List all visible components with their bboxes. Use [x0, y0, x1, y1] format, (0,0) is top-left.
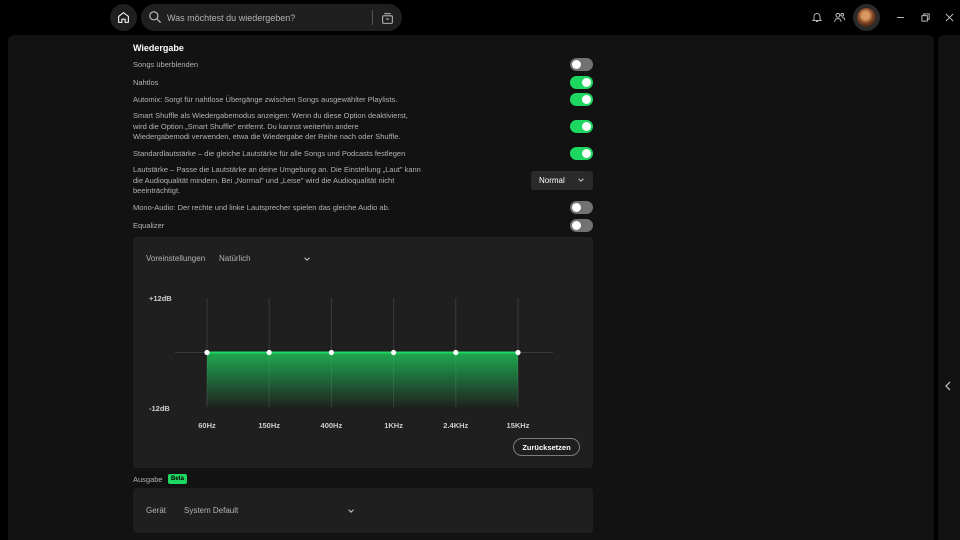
eq-graph[interactable]	[133, 237, 593, 468]
chevron-left-icon[interactable]	[944, 381, 952, 391]
friend-activity-button[interactable]	[832, 10, 846, 24]
eq-reset-button[interactable]: Zurücksetzen	[513, 438, 580, 456]
smart-shuffle-toggle[interactable]	[570, 120, 593, 133]
normalize-toggle[interactable]	[570, 147, 593, 160]
minimize-icon	[896, 16, 904, 18]
eq-frequency-label: 2.4KHz	[443, 421, 469, 430]
toggle-knob	[582, 122, 591, 131]
chevron-down-icon[interactable]	[347, 507, 355, 515]
eq-frequency-label: 60Hz	[198, 421, 216, 430]
loudness-line-3: beeinträchtigt.	[133, 186, 181, 195]
loudness-select-value: Normal	[539, 176, 565, 185]
eq-band-handle[interactable]	[391, 349, 397, 356]
eq-frequency-label: 150Hz	[258, 421, 281, 430]
output-panel: Gerät System Default	[133, 488, 593, 533]
section-title-playback: Wiedergabe	[133, 43, 184, 53]
loudness-select[interactable]: Normal	[531, 171, 593, 190]
smart-shuffle-label: Smart Shuffle als Wiedergabemodus anzeig…	[133, 111, 408, 143]
loudness-line-1: Lautstärke – Passe die Lautstärke an dei…	[133, 165, 421, 174]
crossfade-toggle[interactable]	[570, 58, 593, 71]
toggle-knob	[572, 221, 581, 230]
equalizer-label: Equalizer	[133, 221, 165, 230]
output-section-label: Ausgabe	[133, 475, 163, 484]
minimize-button[interactable]	[893, 10, 907, 24]
loudness-line-2: die Audioqualität mindern. Bei „Normal" …	[133, 175, 395, 185]
eq-band-handle[interactable]	[204, 349, 210, 356]
right-sidebar-collapsed	[938, 35, 960, 540]
eq-frequency-label: 15KHz	[506, 421, 530, 430]
normalize-label: Standardlautstärke – die gleiche Lautstä…	[133, 149, 406, 158]
friends-icon	[833, 12, 845, 22]
eq-band-handle[interactable]	[266, 349, 272, 356]
search-input[interactable]	[167, 4, 367, 31]
smart-shuffle-line-1: Smart Shuffle als Wiedergabemodus anzeig…	[133, 111, 408, 120]
toggle-knob	[582, 95, 591, 104]
close-icon	[945, 13, 953, 21]
eq-band-handle[interactable]	[453, 349, 459, 356]
automix-toggle[interactable]	[570, 93, 593, 106]
equalizer-panel: Voreinstellungen Natürlich +12dB -12dB 6…	[133, 237, 593, 468]
browse-icon	[381, 12, 393, 24]
restore-icon	[920, 12, 930, 22]
crossfade-label: Songs überblenden	[133, 60, 199, 69]
home-button[interactable]	[110, 4, 137, 31]
notifications-button[interactable]	[810, 10, 824, 24]
toggle-knob	[572, 203, 581, 212]
equalizer-toggle[interactable]	[570, 219, 593, 232]
eq-band-handle[interactable]	[515, 349, 521, 356]
gapless-label: Nahtlos	[133, 78, 159, 87]
toggle-knob	[582, 78, 591, 87]
automix-label: Automix: Sorgt für nahtlose Übergänge zw…	[133, 95, 398, 104]
eq-frequency-label: 1KHz	[384, 421, 403, 430]
restore-button[interactable]	[918, 10, 932, 24]
search-divider	[372, 10, 373, 25]
eq-band-handle[interactable]	[328, 349, 334, 356]
toggle-knob	[572, 60, 581, 69]
mono-toggle[interactable]	[570, 201, 593, 214]
eq-frequency-label: 400Hz	[320, 421, 343, 430]
smart-shuffle-line-2: wird die Option „Smart Shuffle" entfernt…	[133, 121, 359, 131]
device-label: Gerät	[146, 506, 167, 515]
search-icon	[149, 11, 161, 23]
device-select[interactable]: System Default	[184, 506, 238, 515]
beta-badge: Beta	[168, 474, 188, 484]
gapless-toggle[interactable]	[570, 76, 593, 89]
bell-icon	[811, 13, 823, 22]
chevron-down-icon	[578, 178, 584, 182]
avatar[interactable]	[853, 4, 880, 31]
browse-button[interactable]	[379, 10, 395, 26]
smart-shuffle-line-3: Wiedergabemodi verwenden, etwa die Wiede…	[133, 132, 401, 141]
toggle-knob	[582, 149, 591, 158]
close-button[interactable]	[942, 10, 956, 24]
top-bar	[0, 0, 960, 35]
home-icon	[118, 12, 129, 23]
eq-curve-fill	[207, 352, 518, 407]
mono-label: Mono-Audio: Der rechte und linke Lautspr…	[133, 203, 390, 212]
avatar-image	[857, 8, 876, 27]
search-bar[interactable]	[141, 4, 402, 31]
loudness-label: Lautstärke – Passe die Lautstärke an dei…	[133, 165, 421, 197]
